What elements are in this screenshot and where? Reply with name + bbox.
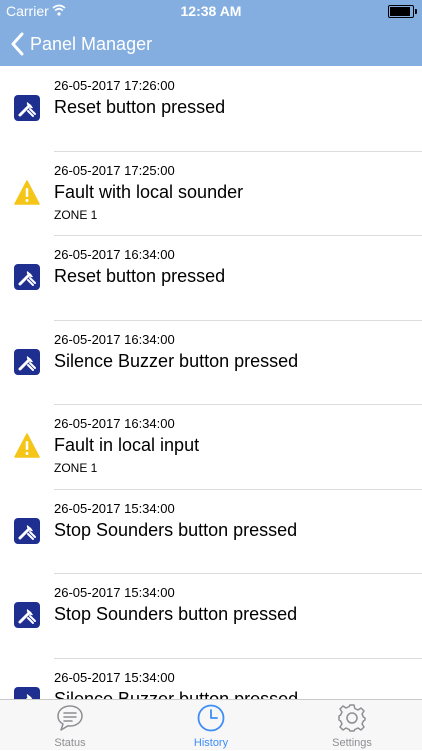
tab-settings[interactable]: Settings — [282, 700, 422, 751]
warning-icon — [14, 433, 40, 458]
clock: 12:38 AM — [180, 3, 242, 19]
tab-label: Status — [54, 737, 86, 749]
status-bar: Carrier 12:38 AM — [0, 0, 422, 22]
wrench-icon — [14, 95, 40, 121]
wrench-icon — [14, 602, 40, 628]
event-title: Stop Sounders button pressed — [54, 604, 298, 624]
warning-icon — [14, 179, 40, 205]
header: Carrier 12:38 AM Panel Manager — [0, 0, 422, 66]
gear-icon — [338, 704, 366, 732]
event-title: Silence Buzzer button pressed — [54, 688, 299, 700]
tab-history[interactable]: History — [141, 700, 281, 751]
event-title: Fault with local sounder — [54, 181, 244, 202]
list-item[interactable]: 26-05-2017 16:34:00 Silence Buzzer butto… — [0, 320, 422, 405]
list-item[interactable]: 26-05-2017 15:34:00 Silence Buzzer butto… — [0, 658, 422, 700]
list-item[interactable]: 26-05-2017 16:34:00 Reset button pressed — [0, 235, 422, 321]
event-title: Silence Buzzer button pressed — [54, 350, 299, 371]
event-zone: ZONE 1 — [54, 207, 98, 222]
chat-bubble-icon — [57, 705, 83, 731]
list-item[interactable]: 26-05-2017 15:34:00 Stop Sounders button… — [0, 573, 422, 659]
tab-label: Settings — [332, 737, 372, 749]
event-time: 26-05-2017 16:34:00 — [54, 416, 175, 431]
wrench-icon — [14, 517, 40, 544]
event-time: 26-05-2017 17:26:00 — [54, 78, 175, 93]
list-item[interactable]: 26-05-2017 17:26:00 Reset button pressed — [0, 66, 422, 152]
tab-bar: Status History Settings — [0, 699, 422, 750]
event-title: Reset button pressed — [54, 266, 226, 286]
clock-icon — [197, 704, 225, 732]
history-list[interactable]: 26-05-2017 17:26:00 Reset button pressed… — [0, 66, 422, 699]
wrench-icon — [14, 348, 40, 375]
wrench-icon — [14, 686, 40, 699]
event-time: 26-05-2017 16:34:00 — [54, 331, 175, 347]
event-title: Fault in local input — [54, 435, 200, 455]
chevron-left-icon — [11, 32, 24, 56]
event-title: Stop Sounders button pressed — [54, 519, 298, 540]
event-time: 26-05-2017 17:25:00 — [54, 162, 175, 178]
event-title: Reset button pressed — [54, 97, 226, 117]
event-zone: ZONE 1 — [54, 461, 98, 475]
wrench-icon — [14, 264, 40, 290]
event-time: 26-05-2017 15:34:00 — [54, 500, 175, 516]
list-item[interactable]: 26-05-2017 16:34:00 Fault in local input… — [0, 404, 422, 490]
back-button[interactable]: Panel Manager — [10, 30, 152, 58]
list-item[interactable]: 26-05-2017 15:34:00 Stop Sounders button… — [0, 489, 422, 574]
tab-label: History — [193, 737, 229, 749]
event-time: 26-05-2017 15:34:00 — [54, 669, 175, 685]
event-time: 26-05-2017 16:34:00 — [54, 247, 175, 262]
battery-icon — [388, 5, 417, 18]
list-item[interactable]: 26-05-2017 17:25:00 Fault with local sou… — [0, 151, 422, 236]
tab-status[interactable]: Status — [0, 700, 140, 751]
event-time: 26-05-2017 15:34:00 — [54, 585, 175, 600]
nav-bar: Panel Manager — [0, 22, 422, 66]
back-label: Panel Manager — [30, 33, 153, 54]
